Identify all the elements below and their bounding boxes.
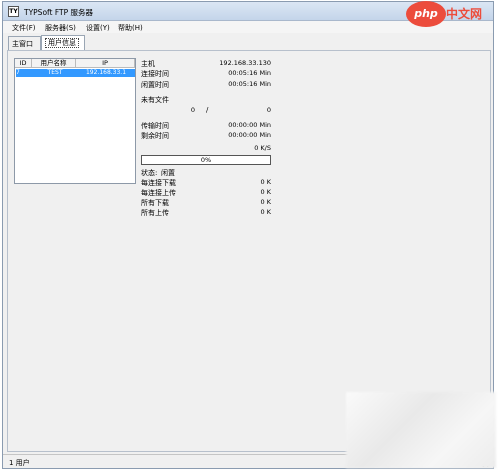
idle-time-value: 00:05:16 Min bbox=[228, 80, 271, 88]
all-upload-label: 所有上传 bbox=[141, 209, 169, 217]
all-download-value: 0 K bbox=[260, 198, 271, 206]
menu-file[interactable]: 文件(F) bbox=[12, 23, 36, 33]
php-cn-logo: php 中文网 bbox=[406, 1, 490, 31]
status-value: 闲置 bbox=[161, 169, 175, 177]
app-icon[interactable]: TY bbox=[8, 6, 19, 17]
tab-user-info[interactable]: 用户信息 bbox=[41, 35, 85, 50]
status-label: 状态: bbox=[141, 169, 158, 177]
php-logo-text: 中文网 bbox=[446, 7, 483, 21]
column-id[interactable]: ID bbox=[15, 59, 32, 68]
per-connection-upload-value: 0 K bbox=[260, 188, 271, 196]
menu-settings[interactable]: 设置(Y) bbox=[86, 23, 110, 33]
user-ip: 192.168.33.1 bbox=[85, 69, 127, 76]
file-count-total: 0 bbox=[266, 106, 271, 114]
connect-time-value: 00:05:16 Min bbox=[228, 69, 271, 77]
menu-help[interactable]: 帮助(H) bbox=[118, 23, 143, 33]
remaining-time-label: 剩余时间 bbox=[141, 132, 169, 140]
transfer-speed: 0 K/S bbox=[254, 144, 271, 152]
transfer-progress-bar: 0% bbox=[141, 155, 271, 165]
window-title: TYPSoft FTP 服务器 bbox=[24, 8, 94, 17]
menu-server[interactable]: 服务器(S) bbox=[45, 23, 76, 33]
column-ip[interactable]: IP bbox=[76, 59, 135, 68]
all-upload-value: 0 K bbox=[260, 208, 271, 216]
idle-time-label: 闲置时间 bbox=[141, 81, 169, 89]
tab-main-window-label: 主窗口 bbox=[12, 40, 33, 48]
php-logo-badge: php bbox=[406, 1, 446, 27]
user-name: TEST bbox=[47, 69, 63, 76]
host-label: 主机 bbox=[141, 60, 155, 68]
all-download-label: 所有下载 bbox=[141, 199, 169, 207]
user-id: 7 bbox=[16, 69, 20, 76]
progress-text: 0% bbox=[200, 156, 212, 164]
host-value: 192.168.33.130 bbox=[219, 59, 271, 67]
transfer-time-value: 00:00:00 Min bbox=[228, 121, 271, 129]
user-list[interactable]: ID 用户名称 IP 7 TEST 192.168.33.1 bbox=[14, 58, 136, 184]
transfer-time-label: 传输时间 bbox=[141, 122, 169, 130]
connect-time-label: 连接时间 bbox=[141, 70, 169, 78]
user-row[interactable]: 7 TEST 192.168.33.1 bbox=[16, 69, 135, 77]
tab-main-window[interactable]: 主窗口 bbox=[8, 36, 41, 50]
column-username[interactable]: 用户名称 bbox=[32, 59, 76, 68]
blurred-watermark-area bbox=[346, 392, 496, 468]
user-list-header: ID 用户名称 IP bbox=[15, 59, 135, 68]
per-connection-download-value: 0 K bbox=[260, 178, 271, 186]
status-bar-text: 1 用户 bbox=[9, 459, 30, 467]
file-label: 未有文件 bbox=[141, 96, 169, 104]
remaining-time-value: 00:00:00 Min bbox=[228, 131, 271, 139]
tab-user-info-label: 用户信息 bbox=[45, 38, 79, 48]
